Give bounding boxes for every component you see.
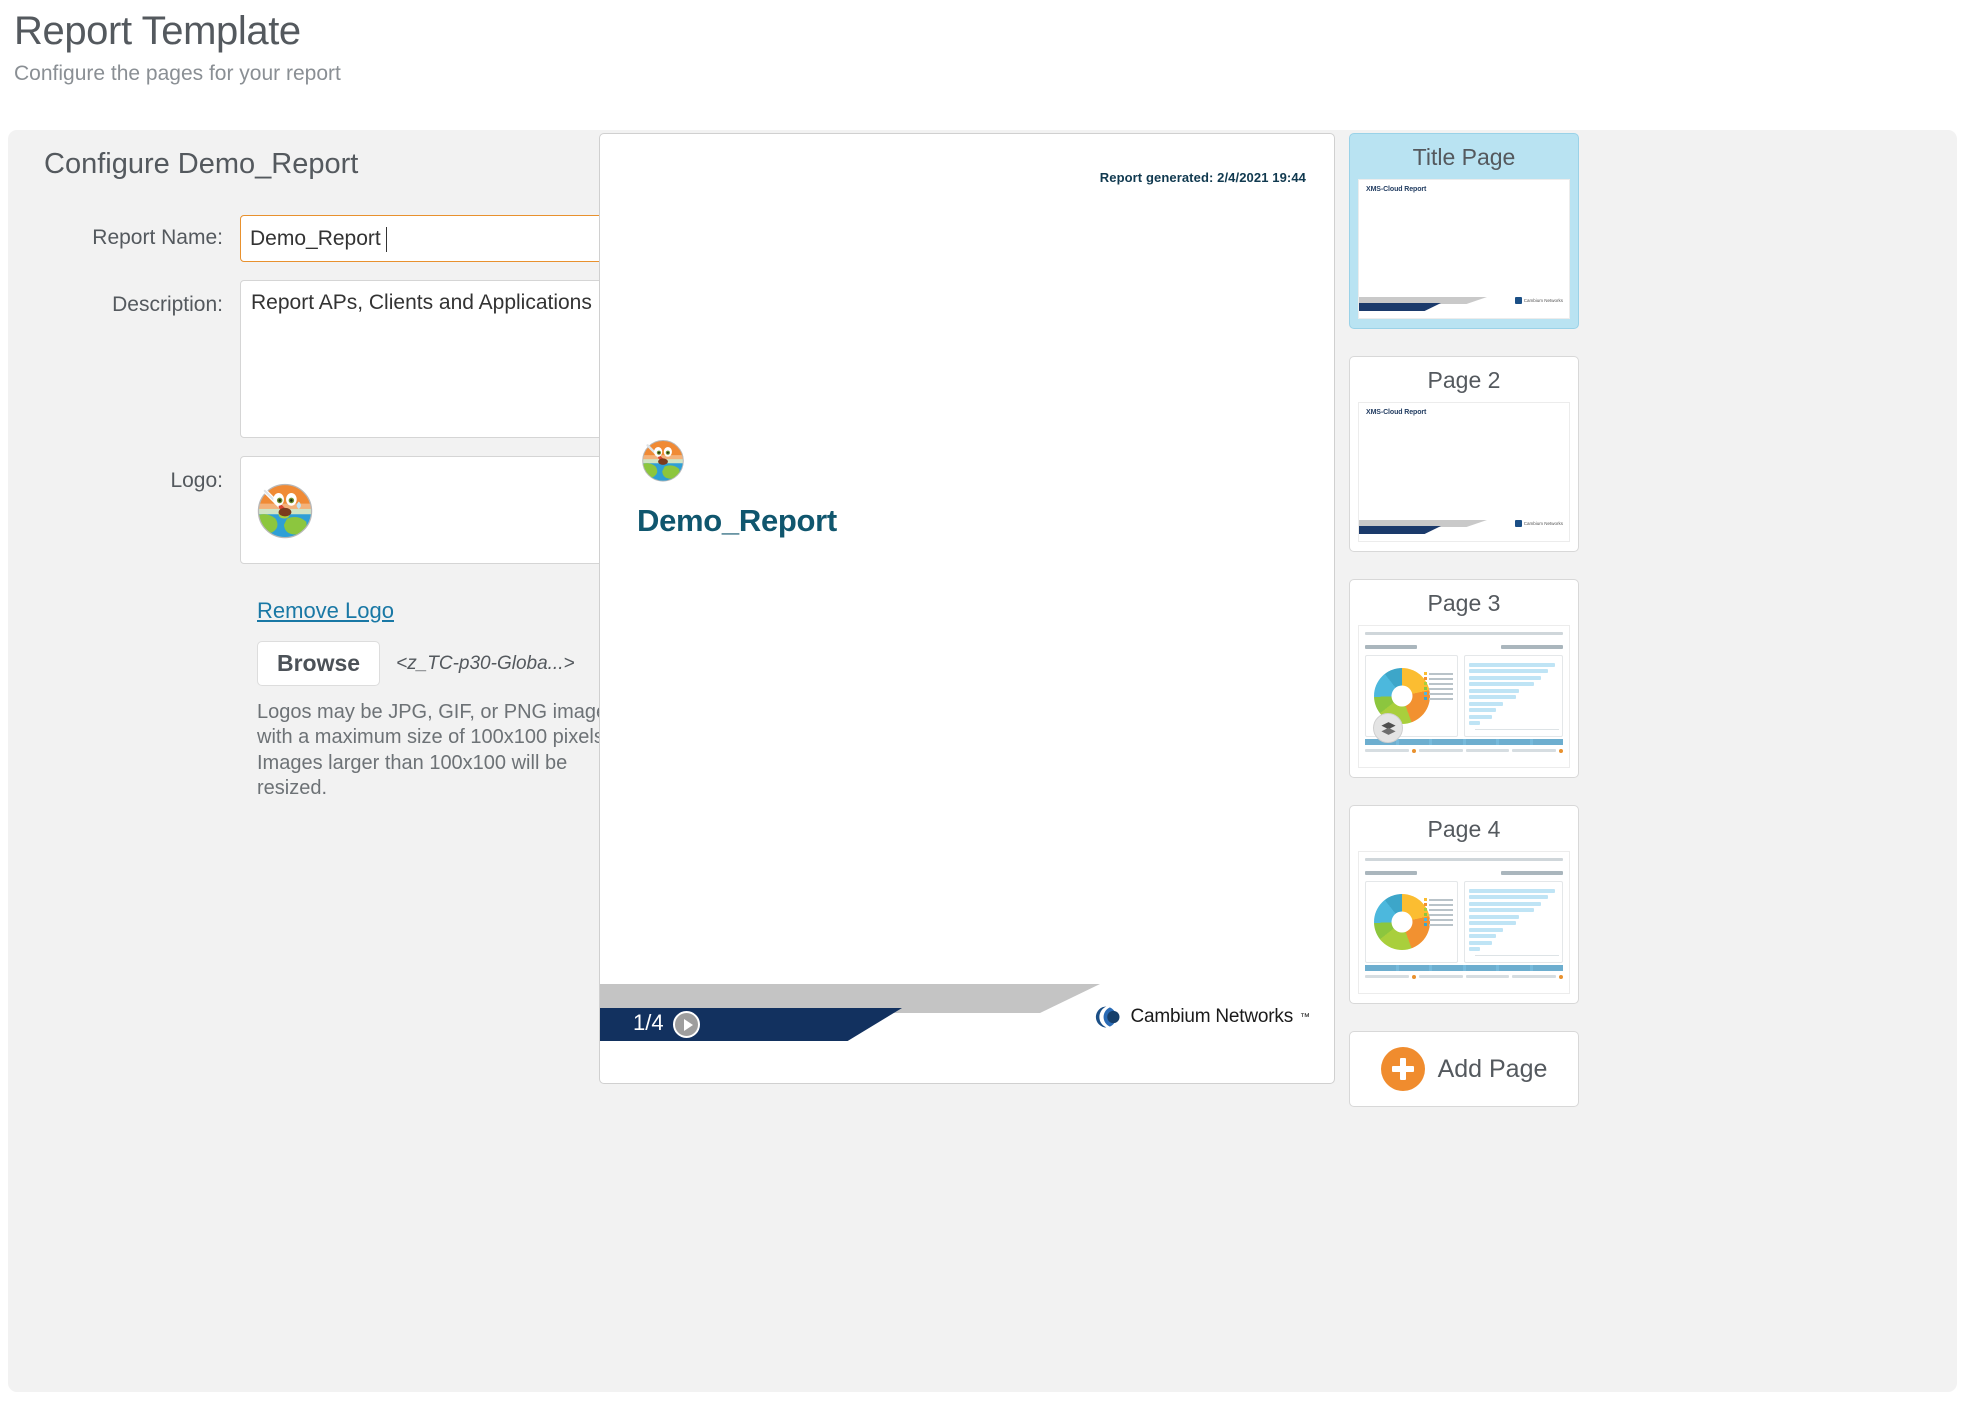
table-header-row [1365, 965, 1563, 971]
add-page-button[interactable]: Add Page [1349, 1031, 1579, 1107]
thumbnail-doc-title: XMS-Cloud Report [1366, 409, 1427, 416]
thumbnail-brand-name: Cambium Networks [1523, 298, 1563, 303]
logo-label: Logo: [170, 469, 223, 492]
thumbnail-page-4[interactable]: Page 4 [1349, 805, 1579, 1004]
thumbnail-page-3[interactable]: Page 3 [1349, 579, 1579, 778]
logo-help-text: Logos may be JPG, GIF, or PNG images wit… [257, 701, 618, 800]
thumbnail-brand: Cambium Networks [1514, 297, 1563, 304]
globe-with-thermometer-icon [257, 483, 313, 539]
text-caret [385, 227, 387, 252]
thumbnail-footer-gray [1359, 297, 1487, 304]
report-name-label: Report Name: [92, 226, 223, 249]
description-input[interactable]: Report APs, Clients and Applications [240, 280, 610, 438]
thumbnail-data-table [1365, 739, 1563, 763]
thumbnail-brand-name: Cambium Networks [1523, 521, 1563, 526]
bar-chart [1469, 663, 1559, 725]
thumbnail-title-page[interactable]: Title Page XMS-Cloud Report Cambium Netw… [1349, 133, 1579, 329]
cover-report-title: Demo_Report [637, 503, 837, 538]
donut-legend [1424, 672, 1454, 700]
report-name-input[interactable]: Demo_Report [240, 215, 610, 262]
thumbnail-brand: Cambium Networks [1514, 520, 1563, 527]
chart-right-caption [1501, 645, 1563, 649]
plus-circle-icon [1380, 1047, 1425, 1091]
thumbnail-chart-panels [1365, 881, 1563, 963]
thumbnail-label: Page 4 [1427, 816, 1501, 842]
chart-left-caption [1365, 645, 1417, 649]
report-preview[interactable]: Report generated: 2/4/2021 19:44 Demo_Re… [599, 133, 1335, 1084]
bar-chart-axis [1475, 955, 1559, 956]
thumbnail-doc-title: XMS-Cloud Report [1366, 186, 1427, 193]
cambium-brand-name: Cambium Networks [1130, 1006, 1293, 1027]
thumbnail-preview [1358, 851, 1570, 994]
page-title: Report Template [14, 9, 301, 53]
thumbnail-chart-captions [1365, 871, 1563, 875]
chart-left-caption [1365, 871, 1417, 875]
thumbnail-page-2[interactable]: Page 2 XMS-Cloud Report Cambium Networks [1349, 356, 1579, 552]
donut-chart [1374, 894, 1430, 950]
page-counter: 1/4 [633, 1010, 664, 1035]
cambium-logo-icon [1096, 1006, 1120, 1028]
selected-file-name: <z_TC-p30-Globa...> [396, 652, 575, 674]
description-label: Description: [112, 293, 223, 316]
logo-preview-box [240, 456, 610, 564]
add-page-label: Add Page [1437, 1054, 1548, 1083]
layers-glyph [1380, 721, 1396, 735]
thumbnail-footer-gray [1359, 520, 1487, 527]
bar-chart [1469, 889, 1559, 951]
cambium-logo-icon [1514, 297, 1522, 304]
table-row [1365, 974, 1563, 979]
cover-globe-icon [642, 440, 684, 482]
thumbnail-chart-captions [1365, 645, 1563, 649]
thumbnail-preview: XMS-Cloud Report Cambium Networks [1358, 179, 1570, 319]
donut-chart-panel [1365, 881, 1459, 963]
report-template-card: Configure Demo_Report Report Name: Demo_… [8, 130, 1957, 1392]
page-subtitle: Configure the pages for your report [14, 62, 341, 85]
report-generated-stamp: Report generated: 2/4/2021 19:44 [1099, 170, 1306, 185]
play-icon[interactable] [673, 1011, 700, 1038]
page-header: Report Template Configure the pages for … [0, 0, 1965, 86]
chart-right-caption [1501, 871, 1563, 875]
cambium-brand: Cambium Networks ™ [1095, 1003, 1310, 1031]
bar-chart-panel [1464, 655, 1563, 737]
thumbnail-lorem-line [1365, 632, 1563, 637]
browse-button[interactable]: Browse [257, 641, 381, 686]
thumbnail-footer-navy [1359, 303, 1441, 311]
page-thumbnail-rail: Title Page XMS-Cloud Report Cambium Netw… [1349, 133, 1579, 1107]
trademark-symbol: ™ [1300, 1011, 1310, 1023]
layers-icon[interactable] [1373, 713, 1403, 743]
report-name-value: Demo_Report [250, 226, 381, 250]
thumbnail-label: Title Page [1412, 144, 1516, 170]
table-row [1365, 748, 1563, 753]
thumbnail-data-table [1365, 965, 1563, 989]
cambium-logo-icon [1514, 520, 1522, 527]
thumbnail-label: Page 3 [1427, 590, 1501, 616]
thumbnail-footer-navy [1359, 526, 1441, 534]
cover-block: Demo_Report [637, 434, 837, 539]
bar-chart-panel [1464, 881, 1563, 963]
thumbnail-preview [1358, 625, 1570, 768]
thumbnail-preview: XMS-Cloud Report Cambium Networks [1358, 402, 1570, 542]
thumbnail-lorem-line [1365, 858, 1563, 863]
thumbnail-label: Page 2 [1427, 367, 1501, 393]
remove-logo-link[interactable]: Remove Logo [257, 598, 394, 624]
donut-legend [1424, 898, 1454, 926]
bar-chart-axis [1475, 729, 1559, 730]
